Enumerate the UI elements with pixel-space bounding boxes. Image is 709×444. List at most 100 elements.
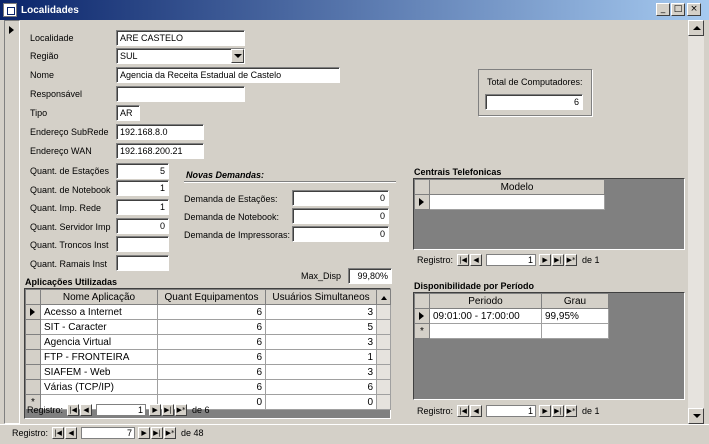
prev-record-button[interactable]: ◀ <box>65 427 78 439</box>
cell-periodo[interactable] <box>429 323 542 339</box>
cell-nome[interactable]: FTP - FRONTEIRA <box>40 349 158 365</box>
table-row[interactable]: SIT - Caracter 6 5 <box>25 319 391 335</box>
quant-troncos-field[interactable] <box>116 236 169 252</box>
cell-grau[interactable] <box>541 323 609 339</box>
demanda-notebook-field[interactable]: 0 <box>292 208 389 224</box>
cell-grau[interactable]: 99,95% <box>541 308 609 324</box>
cell-quant[interactable]: 6 <box>157 379 266 395</box>
cell-nome[interactable]: SIAFEM - Web <box>40 364 158 380</box>
new-record-row[interactable]: * <box>414 323 609 339</box>
demanda-estacoes-field[interactable]: 0 <box>292 190 389 206</box>
cell-periodo[interactable]: 09:01:00 - 17:00:00 <box>429 308 542 324</box>
cell-usuarios[interactable]: 3 <box>265 304 377 320</box>
last-record-button[interactable]: ▶| <box>552 405 565 417</box>
aplicacoes-scroll-track[interactable] <box>376 394 391 410</box>
cell-quant[interactable]: 6 <box>157 319 266 335</box>
table-row[interactable]: SIAFEM - Web 6 3 <box>25 364 391 380</box>
column-header-modelo[interactable]: Modelo <box>429 179 605 195</box>
cell-quant[interactable]: 6 <box>157 334 266 350</box>
nome-field[interactable]: Agencia da Receita Estadual de Castelo <box>116 67 340 83</box>
demanda-impressoras-field[interactable]: 0 <box>292 226 389 242</box>
aplicacoes-scroll-track[interactable] <box>376 304 391 320</box>
record-number-field[interactable]: 1 <box>486 254 537 266</box>
column-header-periodo[interactable]: Periodo <box>429 293 542 309</box>
row-selector[interactable] <box>25 379 41 395</box>
maximize-button[interactable]: □ <box>671 3 685 16</box>
table-row[interactable]: Acesso a Internet 6 3 <box>25 304 391 320</box>
cell-nome[interactable]: Várias (TCP/IP) <box>40 379 158 395</box>
row-selector[interactable] <box>25 319 41 335</box>
table-row[interactable]: 09:01:00 - 17:00:00 99,95% <box>414 308 609 324</box>
cell-usuarios[interactable]: 0 <box>265 394 377 410</box>
first-record-button[interactable]: |◀ <box>457 254 470 266</box>
regiao-combo[interactable]: SUL <box>116 48 245 64</box>
record-number-field[interactable]: 7 <box>81 427 136 439</box>
prev-record-button[interactable]: ◀ <box>470 254 483 266</box>
cell-usuarios[interactable]: 1 <box>265 349 377 365</box>
cell-nome[interactable]: Acesso a Internet <box>40 304 158 320</box>
record-number-field[interactable]: 1 <box>486 405 537 417</box>
next-record-button[interactable]: ▶ <box>539 405 552 417</box>
aplicacoes-scroll-track[interactable] <box>376 364 391 380</box>
quant-imp-rede-field[interactable]: 1 <box>116 199 169 215</box>
max-disp-field[interactable]: 99,80% <box>348 268 392 284</box>
table-row[interactable]: Várias (TCP/IP) 6 6 <box>25 379 391 395</box>
record-number-field[interactable]: 1 <box>96 404 147 416</box>
minimize-button[interactable]: _ <box>656 3 670 16</box>
cell-quant[interactable]: 6 <box>157 364 266 380</box>
wan-field[interactable]: 192.168.200.21 <box>116 143 204 159</box>
first-record-button[interactable]: |◀ <box>52 427 65 439</box>
new-record-button[interactable]: ▶* <box>164 427 177 439</box>
aplicacoes-scrollbar-up[interactable] <box>376 289 391 305</box>
record-selector[interactable] <box>4 20 20 424</box>
aplicacoes-scroll-track[interactable] <box>376 349 391 365</box>
new-record-button[interactable]: ▶* <box>175 404 188 416</box>
total-computadores-field[interactable]: 6 <box>485 94 583 110</box>
column-header-nome-aplicacao[interactable]: Nome Aplicação <box>40 289 158 305</box>
cell-usuarios[interactable]: 5 <box>265 319 377 335</box>
chevron-down-icon[interactable] <box>231 49 244 63</box>
cell-usuarios[interactable]: 6 <box>265 379 377 395</box>
quant-servidor-imp-field[interactable]: 0 <box>116 218 169 234</box>
column-header-quant-equipamentos[interactable]: Quant Equipamentos <box>157 289 266 305</box>
prev-record-button[interactable]: ◀ <box>470 405 483 417</box>
first-record-button[interactable]: |◀ <box>457 405 470 417</box>
row-selector[interactable] <box>25 349 41 365</box>
cell-nome[interactable]: SIT - Caracter <box>40 319 158 335</box>
subrede-field[interactable]: 192.168.8.0 <box>116 124 204 140</box>
new-record-button[interactable]: ▶* <box>565 254 578 266</box>
prev-record-button[interactable]: ◀ <box>80 404 93 416</box>
row-selector[interactable] <box>414 308 430 324</box>
first-record-button[interactable]: |◀ <box>67 404 80 416</box>
scroll-up-button[interactable] <box>688 20 704 36</box>
aplicacoes-scroll-track[interactable] <box>376 319 391 335</box>
next-record-button[interactable]: ▶ <box>539 254 552 266</box>
row-selector[interactable] <box>414 194 430 210</box>
next-record-button[interactable]: ▶ <box>149 404 162 416</box>
row-selector[interactable] <box>25 334 41 350</box>
close-button[interactable]: × <box>687 3 701 16</box>
last-record-button[interactable]: ▶| <box>162 404 175 416</box>
responsavel-field[interactable] <box>116 86 245 102</box>
quant-estacoes-field[interactable]: 5 <box>116 163 169 179</box>
vertical-scrollbar[interactable] <box>688 20 704 424</box>
cell-quant[interactable]: 6 <box>157 304 266 320</box>
cell-usuarios[interactable]: 3 <box>265 364 377 380</box>
column-header-grau[interactable]: Grau <box>541 293 609 309</box>
column-header-usuarios-simultaneos[interactable]: Usuários Simultaneos <box>265 289 377 305</box>
last-record-button[interactable]: ▶| <box>151 427 164 439</box>
last-record-button[interactable]: ▶| <box>552 254 565 266</box>
cell-usuarios[interactable]: 3 <box>265 334 377 350</box>
table-row[interactable]: Agencia Virtual 6 3 <box>25 334 391 350</box>
aplicacoes-scroll-track[interactable] <box>376 334 391 350</box>
cell-nome[interactable]: Agencia Virtual <box>40 334 158 350</box>
quant-notebook-field[interactable]: 1 <box>116 180 169 196</box>
table-row[interactable]: FTP - FRONTEIRA 6 1 <box>25 349 391 365</box>
scroll-down-button[interactable] <box>688 408 704 424</box>
new-record-button[interactable]: ▶* <box>565 405 578 417</box>
localidade-field[interactable]: ARE CASTELO <box>116 30 245 46</box>
quant-ramais-field[interactable] <box>116 255 169 271</box>
row-selector[interactable] <box>25 304 41 320</box>
tipo-field[interactable]: AR <box>116 105 140 121</box>
aplicacoes-scroll-track[interactable] <box>376 379 391 395</box>
